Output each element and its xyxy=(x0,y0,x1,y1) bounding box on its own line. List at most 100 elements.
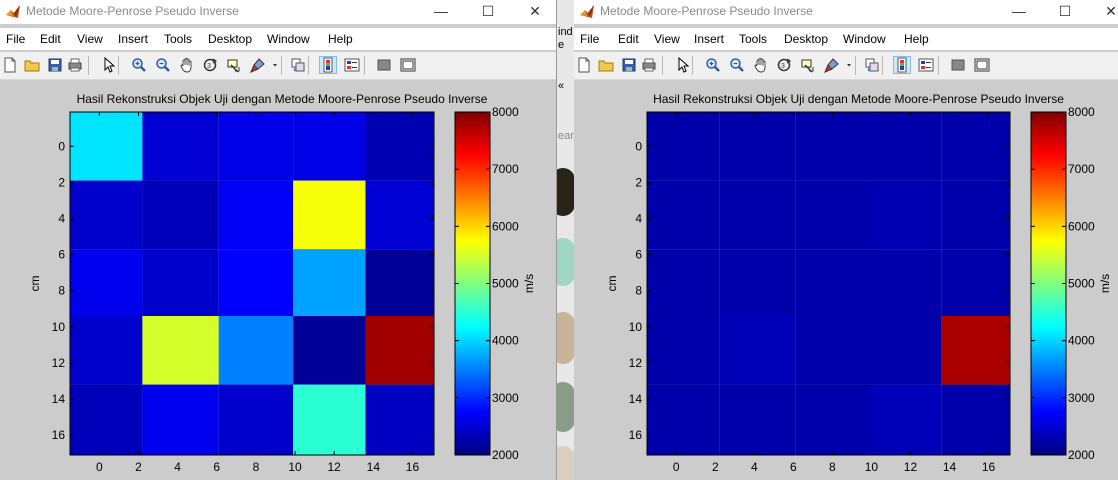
heatmap-cell xyxy=(941,315,1010,385)
y-tick-label: 6 xyxy=(635,248,642,262)
menu-insert[interactable]: Insert xyxy=(118,32,148,46)
menu-help[interactable]: Help xyxy=(328,32,353,46)
colorbar-icon[interactable] xyxy=(893,56,911,74)
heatmap-cell xyxy=(719,384,796,455)
y-tick-label: 8 xyxy=(58,284,65,298)
heatmap-cell xyxy=(941,384,1010,455)
heatmap-cell xyxy=(795,249,870,316)
y-tick-label: 16 xyxy=(629,428,643,442)
heatmap-cell xyxy=(142,315,219,385)
heatmap-cell xyxy=(647,384,720,455)
heatmap-cell xyxy=(941,112,1010,181)
menu-view[interactable]: View xyxy=(654,32,680,46)
heatmap-cell xyxy=(70,249,143,316)
colorbar-tick-label: 8000 xyxy=(492,105,519,119)
colorbar-tick-label: 5000 xyxy=(1068,277,1095,291)
data-cursor-icon[interactable] xyxy=(800,57,816,73)
colorbar-tick-label: 8000 xyxy=(1068,105,1095,119)
title-bar[interactable]: Metode Moore-Penrose Pseudo Inverse — ☐ … xyxy=(0,0,556,24)
colorbar-tick-label: 4000 xyxy=(492,334,519,348)
maximize-button[interactable]: ☐ xyxy=(465,0,511,24)
heatmap-cell xyxy=(647,112,720,181)
menu-file[interactable]: File xyxy=(6,32,25,46)
minimize-button[interactable]: — xyxy=(996,0,1042,24)
x-tick-label: 12 xyxy=(328,460,342,474)
pan-hand-icon[interactable] xyxy=(753,57,769,73)
y-axis-label: cm xyxy=(605,276,619,292)
menu-insert[interactable]: Insert xyxy=(694,32,724,46)
menu-edit[interactable]: Edit xyxy=(618,32,639,46)
menu-edit[interactable]: Edit xyxy=(40,32,61,46)
heatmap-cell xyxy=(218,384,294,455)
link-plot-icon[interactable] xyxy=(864,57,880,73)
link-plot-icon[interactable] xyxy=(290,57,306,73)
new-figure-icon[interactable] xyxy=(2,57,18,73)
colorbar xyxy=(454,111,491,456)
y-tick-label: 0 xyxy=(58,139,65,153)
colorbar-tick-label: 5000 xyxy=(492,277,519,291)
x-tick-label: 16 xyxy=(406,460,420,474)
heatmap-cell xyxy=(719,180,796,250)
new-figure-icon[interactable] xyxy=(576,57,592,73)
print-icon[interactable] xyxy=(641,57,657,73)
rotate-3d-icon[interactable]: 3 xyxy=(776,57,792,73)
pan-hand-icon[interactable] xyxy=(179,57,195,73)
brush-dropdown-icon[interactable] xyxy=(845,57,853,73)
menu-file[interactable]: File xyxy=(580,32,599,46)
y-tick-label: 14 xyxy=(52,392,66,406)
rotate-3d-icon[interactable]: 3 xyxy=(202,57,218,73)
heatmap-cell xyxy=(365,180,434,250)
save-icon[interactable] xyxy=(621,57,637,73)
menu-desktop[interactable]: Desktop xyxy=(784,32,828,46)
close-button[interactable]: ✕ xyxy=(1088,0,1118,24)
save-icon[interactable] xyxy=(47,57,63,73)
heatmap-cell xyxy=(647,315,720,385)
toolbar-separator xyxy=(118,56,119,75)
open-file-icon[interactable] xyxy=(598,57,614,73)
show-plot-tools-icon[interactable] xyxy=(400,57,416,73)
edit-plot-arrow-icon[interactable] xyxy=(101,57,117,73)
print-icon[interactable] xyxy=(67,57,83,73)
menu-desktop[interactable]: Desktop xyxy=(208,32,252,46)
menu-window[interactable]: Window xyxy=(267,32,310,46)
legend-icon[interactable] xyxy=(344,57,360,73)
heatmap-cell xyxy=(719,315,796,385)
zoom-in-icon[interactable] xyxy=(131,57,147,73)
brush-icon[interactable] xyxy=(250,57,266,73)
heatmap-cell xyxy=(142,384,219,455)
hide-plot-tools-icon[interactable] xyxy=(950,57,966,73)
maximize-button[interactable]: ☐ xyxy=(1042,0,1088,24)
menu-view[interactable]: View xyxy=(77,32,103,46)
brush-dropdown-icon[interactable] xyxy=(271,57,279,73)
heatmap-cell xyxy=(142,249,219,316)
colorbar-icon[interactable] xyxy=(319,56,337,74)
open-file-icon[interactable] xyxy=(24,57,40,73)
close-button[interactable]: ✕ xyxy=(512,0,556,24)
matlab-logo-icon xyxy=(6,5,20,18)
x-tick-label: 12 xyxy=(904,460,918,474)
hide-plot-tools-icon[interactable] xyxy=(376,57,392,73)
show-plot-tools-icon[interactable] xyxy=(974,57,990,73)
zoom-out-icon[interactable] xyxy=(729,57,745,73)
legend-icon[interactable] xyxy=(918,57,934,73)
zoom-in-icon[interactable] xyxy=(705,57,721,73)
data-cursor-icon[interactable] xyxy=(226,57,242,73)
menu-help[interactable]: Help xyxy=(904,32,929,46)
y-tick-label: 0 xyxy=(635,139,642,153)
strip-text: « xyxy=(558,80,565,92)
toolbar-separator xyxy=(281,56,282,75)
title-bar[interactable]: Metode Moore-Penrose Pseudo Inverse — ☐ … xyxy=(574,0,1118,24)
y-tick-label: 14 xyxy=(629,392,643,406)
brush-icon[interactable] xyxy=(824,57,840,73)
minimize-button[interactable]: — xyxy=(418,0,464,24)
menu-tools[interactable]: Tools xyxy=(739,32,767,46)
menu-window[interactable]: Window xyxy=(843,32,886,46)
menu-tools[interactable]: Tools xyxy=(164,32,192,46)
x-tick-label: 8 xyxy=(829,460,836,474)
edit-plot-arrow-icon[interactable] xyxy=(675,57,691,73)
x-tick-label: 10 xyxy=(288,460,302,474)
x-axis-label: cm xyxy=(821,476,837,480)
y-tick-label: 12 xyxy=(52,356,66,370)
zoom-out-icon[interactable] xyxy=(155,57,171,73)
heatmap-cell xyxy=(293,315,366,385)
